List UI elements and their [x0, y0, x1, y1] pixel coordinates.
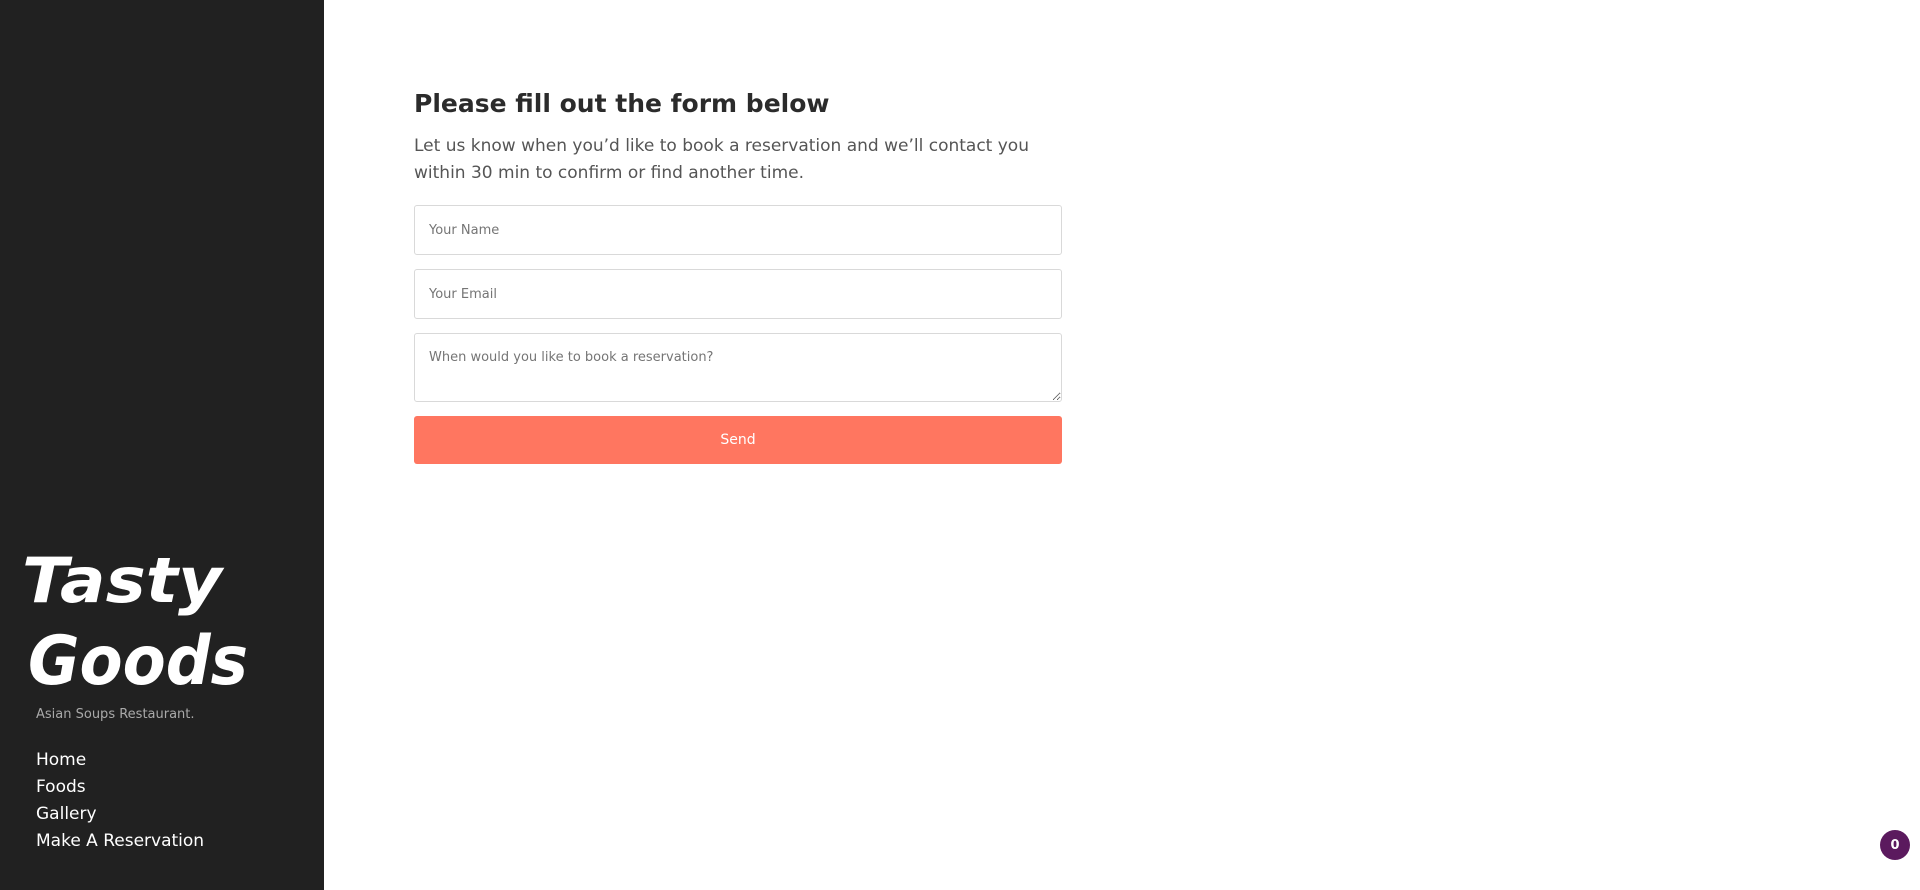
nav-item-make-a-reservation[interactable]: Make A Reservation: [36, 828, 204, 855]
form-description: Let us know when you’d like to book a re…: [414, 136, 1029, 183]
cart-count-badge[interactable]: 0: [1880, 830, 1910, 860]
reservation-message-textarea[interactable]: [414, 333, 1062, 402]
name-input[interactable]: [414, 205, 1062, 255]
brand-tagline: Asian Soups Restaurant.: [36, 707, 195, 722]
logo-line2: Goods: [28, 622, 248, 696]
main-nav: Home Foods Gallery Make A Reservation: [36, 747, 204, 855]
nav-item-foods[interactable]: Foods: [36, 774, 204, 801]
sidebar: Tasty Goods Asian Soups Restaurant. Home…: [0, 0, 324, 890]
brand-logo-graphic: Tasty Goods: [22, 544, 248, 696]
nav-item-home[interactable]: Home: [36, 747, 204, 774]
nav-item-gallery[interactable]: Gallery: [36, 801, 204, 828]
brand-logo[interactable]: Tasty Goods: [22, 536, 252, 696]
send-button[interactable]: Send: [414, 416, 1062, 464]
form-title: Please fill out the form below: [414, 89, 830, 118]
email-input[interactable]: [414, 269, 1062, 319]
logo-line1: Tasty: [22, 544, 225, 617]
